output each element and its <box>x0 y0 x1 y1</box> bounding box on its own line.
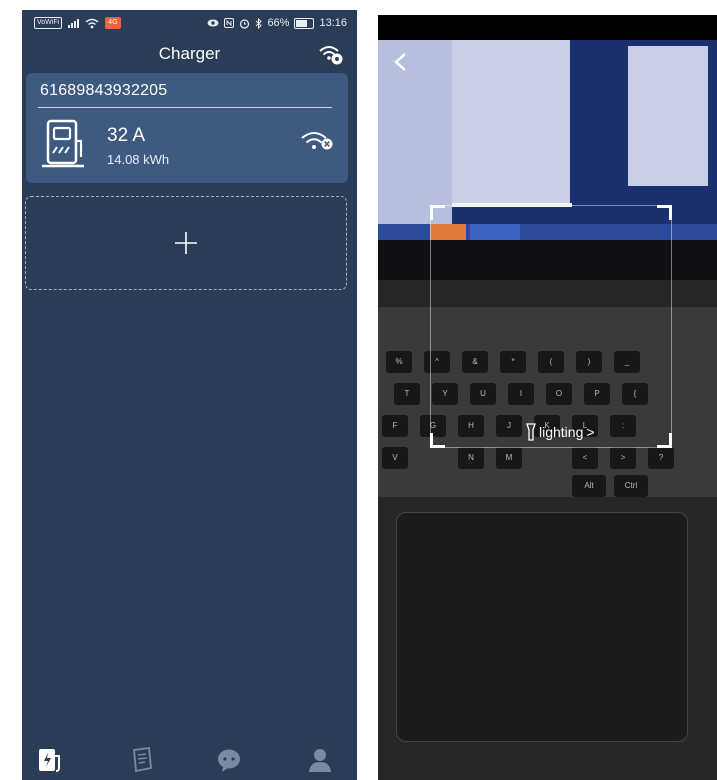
flashlight-label: lighting <box>539 424 584 440</box>
flashlight-icon <box>526 423 536 441</box>
network-badge: 4G <box>105 17 121 29</box>
key: M <box>496 447 522 469</box>
key: ? <box>648 447 674 469</box>
clock: 13:16 <box>319 17 347 29</box>
tab-messages[interactable] <box>215 746 243 774</box>
scan-corner <box>430 205 445 220</box>
key: V <box>382 447 408 469</box>
eye-icon <box>207 19 219 27</box>
key: % <box>386 351 412 373</box>
nfc-icon <box>224 18 235 28</box>
scan-corner <box>657 433 672 448</box>
key: F <box>382 415 408 437</box>
charger-card[interactable]: 61689843932205 32 A 14.08 kWh <box>26 73 348 183</box>
key: N <box>458 447 484 469</box>
camera-touchpad <box>396 512 688 742</box>
back-arrow-icon[interactable] <box>392 52 410 72</box>
key: T <box>394 383 420 405</box>
charging-station-icon <box>42 119 84 168</box>
key: Alt <box>572 475 606 497</box>
chevron-right-icon: > <box>586 424 595 440</box>
scan-frame <box>430 203 672 448</box>
scan-corner <box>657 205 672 220</box>
key: Ctrl <box>614 475 648 497</box>
wifi-disconnected-icon <box>301 132 333 150</box>
scanner-camera-view: % ^ & * ( ) _ T Y U I O P { F G H J K L … <box>378 15 717 780</box>
scan-corner <box>430 433 445 448</box>
page-title: Charger <box>158 44 221 63</box>
energy-value: 14.08 kWh <box>107 152 170 167</box>
key: < <box>572 447 598 469</box>
wifi-icon <box>85 18 99 28</box>
camera-top-bar <box>378 15 717 40</box>
plus-icon <box>175 232 197 254</box>
battery-icon <box>294 17 315 29</box>
card-divider <box>38 107 332 108</box>
battery-percent: 66% <box>267 17 290 29</box>
vowifi-badge: VoWiFi <box>34 17 63 29</box>
add-device-button[interactable] <box>25 196 347 290</box>
tab-charger[interactable] <box>36 746 64 774</box>
key: > <box>610 447 636 469</box>
alarm-icon <box>240 18 250 29</box>
status-bar: VoWiFi 4G 66% 13:16 <box>22 10 357 38</box>
tab-profile[interactable] <box>306 746 334 774</box>
tab-bar <box>22 736 357 780</box>
camera-window-center <box>452 40 570 205</box>
charger-app-screen: VoWiFi 4G 66% 13:16 Charger 616898439322… <box>22 10 357 780</box>
scan-frame-outline <box>430 205 672 448</box>
signal-icon <box>68 18 80 28</box>
tab-records[interactable] <box>128 746 156 774</box>
wifi-settings-icon[interactable] <box>317 42 345 68</box>
flashlight-toggle[interactable]: lighting > <box>526 420 595 444</box>
scan-line <box>452 203 572 207</box>
current-value: 32 A <box>107 125 146 146</box>
device-id: 61689843932205 <box>40 82 168 99</box>
bluetooth-icon <box>256 17 263 29</box>
app-header: Charger <box>22 42 357 72</box>
camera-window-right <box>628 46 708 186</box>
